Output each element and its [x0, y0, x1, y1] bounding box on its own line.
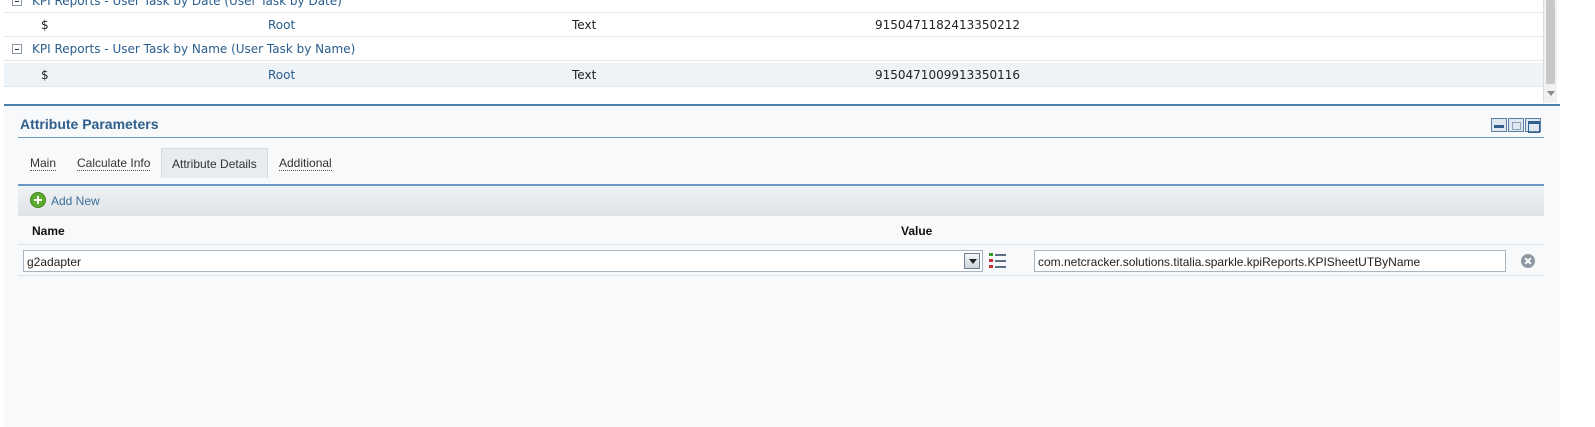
row-type: Text	[572, 18, 597, 32]
maximize-icon[interactable]	[1525, 118, 1541, 133]
tab-main[interactable]: Main	[30, 148, 57, 178]
row-id: 9150471009913350116	[875, 68, 1021, 82]
scroll-down-icon[interactable]	[1547, 91, 1555, 96]
attribute-name-value: g2adapter	[27, 255, 82, 269]
panel-title: Attribute Parameters	[20, 116, 159, 132]
attribute-name-select[interactable]: g2adapter	[23, 250, 983, 272]
window-controls	[1491, 118, 1541, 133]
collapse-icon[interactable]	[12, 0, 22, 6]
collapse-icon[interactable]	[12, 44, 22, 54]
minimize-icon[interactable]	[1491, 118, 1507, 132]
group-label[interactable]: KPI Reports - User Task by Date (User Ta…	[32, 0, 342, 8]
remove-icon[interactable]	[1521, 254, 1535, 268]
add-new-button[interactable]: Add New	[51, 194, 100, 208]
row-type: Text	[572, 68, 597, 82]
table-row[interactable]: $ Root Text 9150471182413350212	[4, 13, 1544, 37]
group-row-user-task-by-name[interactable]: KPI Reports - User Task by Name (User Ta…	[4, 37, 1544, 61]
grid-scrollbar[interactable]	[1543, 0, 1557, 103]
restore-icon[interactable]	[1508, 118, 1524, 132]
title-divider	[18, 137, 1544, 138]
attribute-parameters-panel: Attribute Parameters Main Calculate Info…	[4, 104, 1560, 427]
column-header-name: Name	[32, 224, 65, 238]
tab-additional[interactable]: Additional	[279, 148, 332, 178]
group-row-user-task-by-date[interactable]: KPI Reports - User Task by Date (User Ta…	[4, 0, 1544, 13]
row-root-link[interactable]: Root	[268, 18, 295, 32]
row-id: 9150471182413350212	[875, 18, 1021, 32]
attribute-value-text: com.netcracker.solutions.titalia.sparkle…	[1038, 255, 1421, 269]
row-symbol: $	[41, 68, 49, 82]
attribute-row: g2adapter com.netcracker.solutions.tital…	[18, 244, 1544, 276]
table-row[interactable]: $ Root Text 9150471009913350116	[4, 63, 1544, 87]
value-list-icon[interactable]	[989, 253, 1007, 269]
attribute-value-field[interactable]: com.netcracker.solutions.titalia.sparkle…	[1034, 250, 1506, 272]
group-label[interactable]: KPI Reports - User Task by Name (User Ta…	[32, 42, 355, 56]
chevron-down-icon[interactable]	[964, 253, 980, 269]
attribute-toolbar: Add New	[18, 186, 1544, 216]
row-symbol: $	[41, 18, 49, 32]
add-icon[interactable]	[30, 192, 46, 208]
row-root-link[interactable]: Root	[268, 68, 295, 82]
scrollbar-thumb[interactable]	[1546, 0, 1555, 84]
column-header-value: Value	[901, 224, 933, 238]
tab-attribute-details[interactable]: Attribute Details	[161, 148, 268, 178]
tab-calculate-info[interactable]: Calculate Info	[77, 148, 151, 178]
report-tree-grid: KPI Reports - User Task by Date (User Ta…	[4, 0, 1544, 103]
